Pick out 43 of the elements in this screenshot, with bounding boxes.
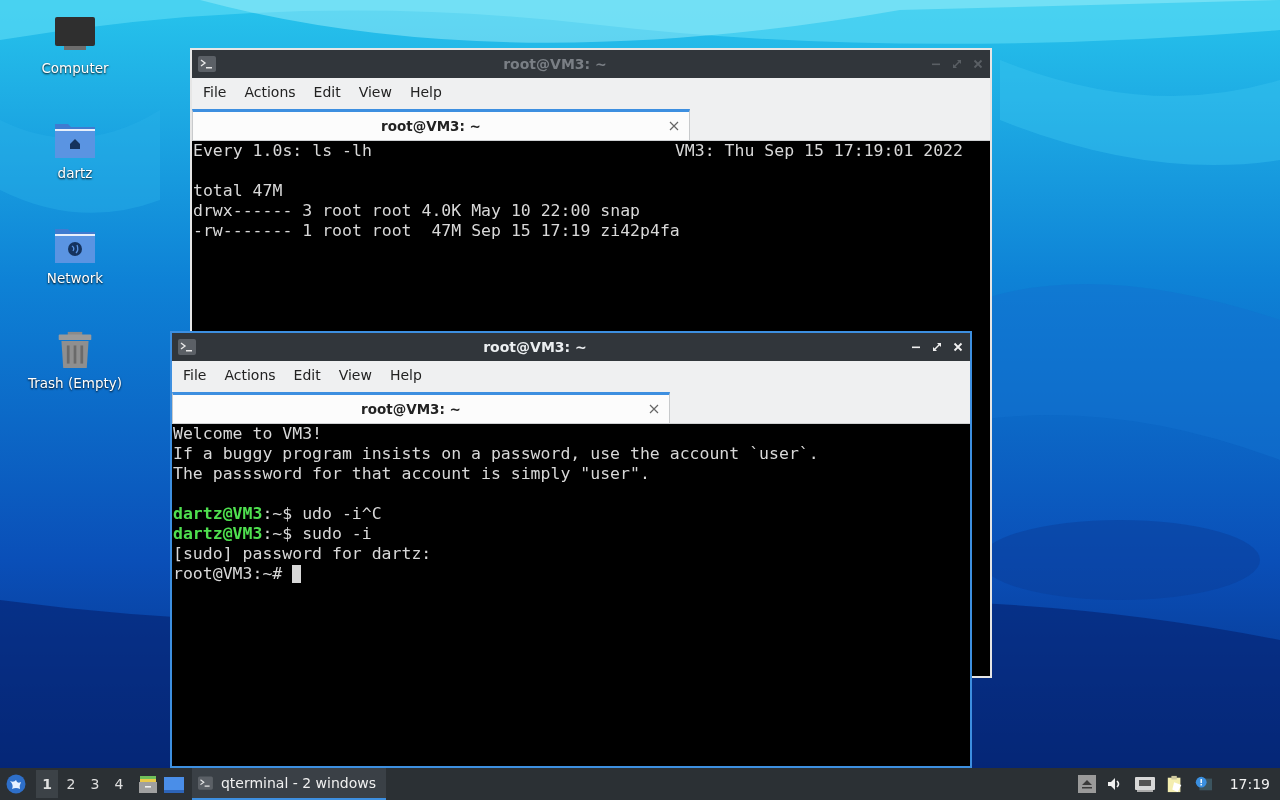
eject-icon[interactable] <box>1077 775 1096 793</box>
menu-item[interactable]: File <box>174 364 216 386</box>
menu-item[interactable]: Edit <box>284 364 330 386</box>
terminal-line: total 47M <box>193 181 283 201</box>
menu-item[interactable]: View <box>329 364 381 386</box>
terminal-icon <box>198 775 213 791</box>
file-drawer-icon[interactable] <box>138 774 158 794</box>
terminal-line: dartz@VM3:~$ udo -i^C <box>173 504 382 524</box>
terminal-line: root@VM3:~# <box>173 564 284 584</box>
workspace-button[interactable]: 4 <box>108 770 130 798</box>
clock[interactable]: 17:19 <box>1229 776 1270 792</box>
terminal-line: If a buggy program insists on a password, use the account `user`. <box>173 444 819 464</box>
terminal-line: VM3: Thu Sep 15 17:19:01 2022 <box>674 141 963 161</box>
window-title: root@VM3: ~ <box>502 56 608 72</box>
terminal-line: [sudo] password for dartz: <box>173 544 432 564</box>
window-title: root@VM3: ~ <box>482 339 588 355</box>
menu-item[interactable]: Help <box>380 364 431 386</box>
task-button[interactable]: qterminal - 2 windows <box>192 768 386 800</box>
workspace-button[interactable]: 2 <box>60 770 82 798</box>
terminal-tab[interactable]: root@VM3: ~ <box>172 392 670 423</box>
home-folder-icon[interactable] <box>54 121 96 159</box>
terminal-line: drwx------ 3 root root 4.0K May 10 22:00 snap <box>193 201 641 221</box>
terminal-line: -rw------- 1 root root 47M Sep 15 17:19 zi42p4fa <box>193 221 680 241</box>
close-icon[interactable] <box>669 121 679 131</box>
terminal-line: Every 1.0s: ls -lh <box>193 141 372 161</box>
network-port-icon[interactable] <box>1133 775 1156 793</box>
menu-item[interactable]: Actions <box>215 364 285 386</box>
clipboard-icon[interactable] <box>1165 775 1184 793</box>
terminal-line: The passsword for that account is simply "user". <box>173 464 650 484</box>
desktop-icon-label[interactable]: Network <box>46 270 104 286</box>
bird-logo-icon[interactable] <box>6 774 26 794</box>
terminal-area[interactable] <box>172 424 970 766</box>
workspace-button[interactable]: 3 <box>84 770 106 798</box>
terminal-icon[interactable] <box>178 339 196 355</box>
desktop-icon-label[interactable]: Trash (Empty) <box>27 375 122 391</box>
terminal-line: dartz@VM3:~$ sudo -i <box>173 524 372 544</box>
workspace-button[interactable]: 1 <box>36 770 58 798</box>
terminal-line: Welcome to VM3! <box>173 424 322 444</box>
desktop-icon[interactable] <box>164 774 184 794</box>
maximize-icon[interactable] <box>931 341 943 353</box>
network-folder-icon[interactable] <box>54 226 96 264</box>
notification-icon[interactable] <box>1193 775 1212 793</box>
close-icon[interactable] <box>649 404 659 414</box>
